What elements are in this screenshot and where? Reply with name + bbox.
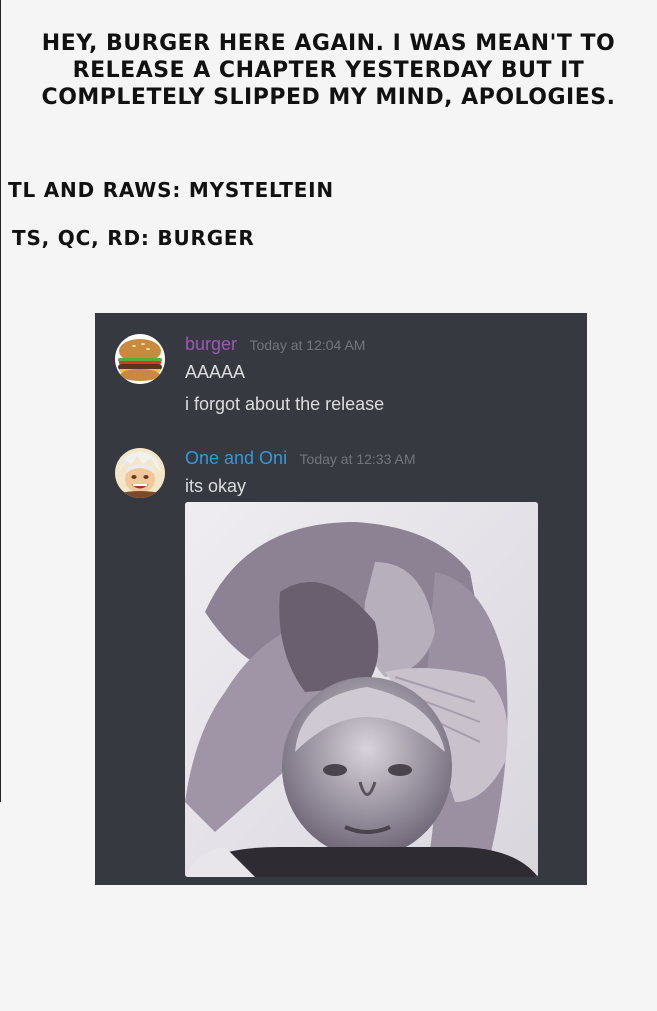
credit-translator: TL and Raws: Mysteltein [8, 178, 334, 202]
username[interactable]: burger [185, 334, 237, 354]
announcement-text: Hey, Burger here again. I was mean't to … [41, 31, 616, 110]
username[interactable]: One and Oni [185, 448, 287, 468]
meme-image-icon[interactable] [185, 502, 538, 877]
message-header: One and Oni Today at 12:33 AM [185, 448, 416, 469]
anime-character-avatar-icon[interactable] [115, 448, 165, 498]
message-header: burger Today at 12:04 AM [185, 334, 365, 355]
credit-typesetter: TS, QC, RD: Burger [12, 226, 255, 250]
discord-chat-screenshot: burger Today at 12:04 AM AAAAA i forgot … [95, 313, 587, 885]
message-text: its okay [185, 476, 247, 496]
page-left-border [0, 0, 1, 802]
message-text: i forgot about the release [185, 394, 385, 414]
timestamp: Today at 12:04 AM [249, 337, 366, 353]
timestamp: Today at 12:33 AM [299, 451, 416, 467]
message-text: AAAAA [185, 362, 246, 382]
burger-avatar-icon[interactable] [115, 334, 165, 384]
